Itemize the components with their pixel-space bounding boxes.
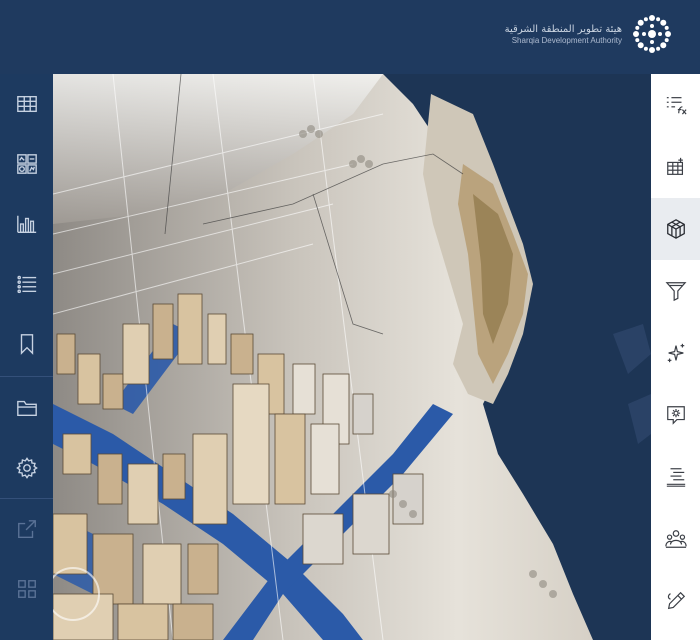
tool-people-button[interactable]: [651, 508, 700, 570]
attribute-expression-icon: [666, 97, 687, 115]
widgets-icon: [16, 154, 37, 174]
3d-cube-icon: [666, 219, 685, 239]
share-icon: [17, 520, 36, 538]
nav-share-button[interactable]: [0, 499, 53, 559]
table-add-icon: [666, 157, 683, 175]
filter-icon: [665, 282, 686, 302]
nav-bookmark-button[interactable]: [0, 314, 53, 374]
nav-widgets-button[interactable]: [0, 134, 53, 194]
bar-chart-icon: [16, 215, 36, 233]
sparkle-icon: [667, 343, 684, 363]
tool-attribute-expression-button[interactable]: [651, 74, 700, 136]
right-tool-rail: [651, 74, 700, 640]
tool-filter-button[interactable]: [651, 260, 700, 322]
nav-list-button[interactable]: [0, 254, 53, 314]
brand[interactable]: هيئة تطوير المنطقة الشرقية Sharqia Devel…: [505, 12, 674, 56]
map-scene: [53, 74, 651, 640]
left-nav-rail: [0, 74, 53, 640]
folder-icon: [16, 400, 37, 417]
align-icon: [666, 468, 685, 487]
tool-3d-button[interactable]: [651, 198, 700, 260]
list-icon: [16, 275, 36, 294]
brand-text: هيئة تطوير المنطقة الشرقية Sharqia Devel…: [505, 23, 622, 46]
sda-logo-icon: [633, 15, 671, 53]
nav-settings-button[interactable]: [0, 438, 53, 498]
tool-table-add-button[interactable]: [651, 136, 700, 198]
pencil-icon: [667, 591, 685, 610]
grid-icon: [17, 580, 36, 598]
map-view[interactable]: [53, 74, 651, 640]
nav-divider: [0, 376, 53, 377]
nav-chart-button[interactable]: [0, 194, 53, 254]
bookmark-icon: [20, 334, 33, 355]
nav-grid-button[interactable]: [0, 559, 53, 619]
tool-sparkle-button[interactable]: [651, 322, 700, 384]
tool-chat-settings-button[interactable]: [651, 384, 700, 446]
settings-icon: [15, 457, 38, 479]
nav-table-button[interactable]: [0, 74, 53, 134]
table-icon: [16, 95, 37, 113]
top-bar: هيئة تطوير المنطقة الشرقية Sharqia Devel…: [0, 0, 700, 74]
org-name-english: Sharqia Development Authority: [511, 35, 622, 45]
tool-pencil-button[interactable]: [651, 570, 700, 632]
tool-align-button[interactable]: [651, 446, 700, 508]
nav-folder-button[interactable]: [0, 378, 53, 438]
org-name-arabic: هيئة تطوير المنطقة الشرقية: [504, 23, 622, 35]
chat-settings-icon: [666, 406, 685, 425]
people-icon: [664, 530, 687, 548]
